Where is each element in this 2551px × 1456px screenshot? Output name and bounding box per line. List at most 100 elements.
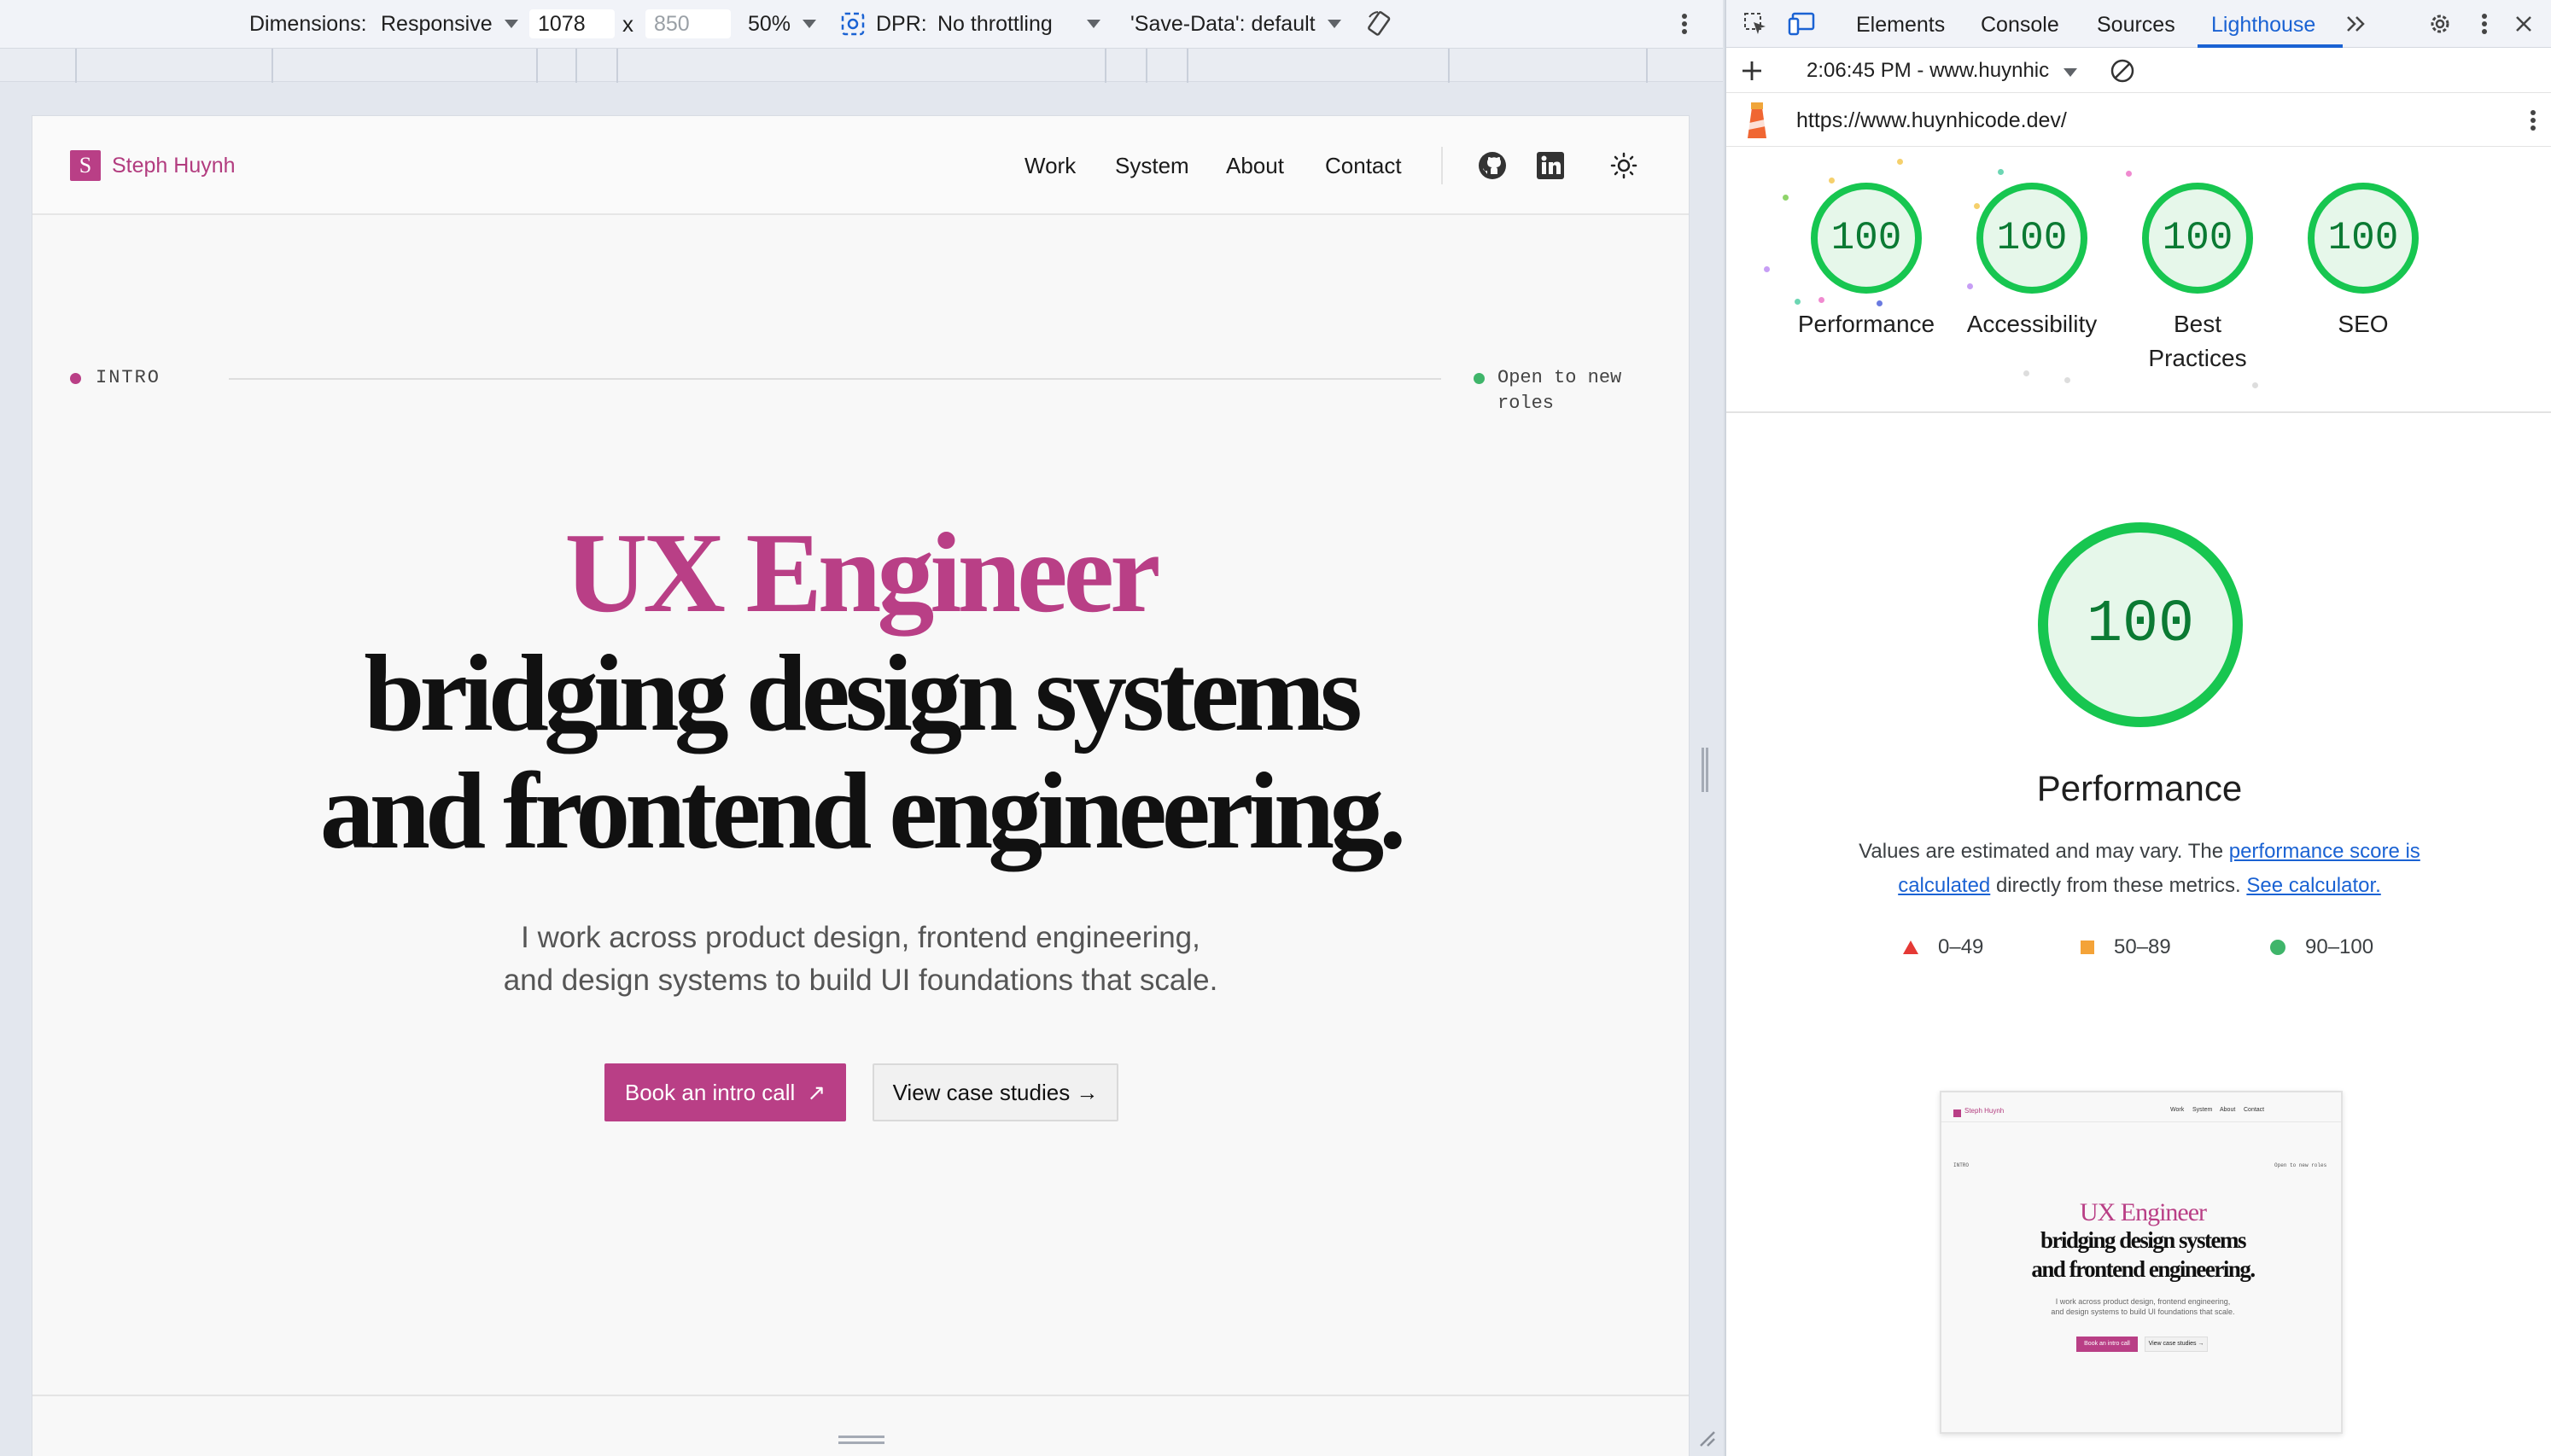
confetti-dot [2252,382,2258,388]
theme-toggle-sun-icon[interactable] [1607,149,1641,183]
rotate-icon[interactable] [1364,0,1395,48]
section-divider [32,1395,1689,1396]
red-triangle-icon [1903,941,1918,954]
intro-row: INTRO Open to new roles [70,365,1655,414]
audited-url[interactable]: https://www.huynhicode.dev/ [1796,94,2067,147]
nav-link-system[interactable]: System [1115,150,1189,181]
thumb-nav-work: Work [2170,1107,2185,1113]
legend-fail: 0–49 [1902,932,1983,963]
dpr-label: DPR: [876,11,927,36]
hero-subtitle-line-2: and design systems to build UI foundatio… [503,964,1218,997]
new-report-plus-icon[interactable] [1738,57,1766,84]
nav-link-work[interactable]: Work [1024,150,1076,181]
logo-text[interactable]: Steph Huynh [112,150,236,181]
device-toggle-icon[interactable] [1788,10,1815,38]
settings-gear-icon[interactable] [2426,10,2454,38]
lighthouse-logo-icon [1742,101,1772,146]
clear-reports-icon[interactable] [2109,57,2136,84]
width-input[interactable]: 1078 [529,9,615,38]
arrow-up-right-icon: ↗ [807,1079,826,1105]
gauge-score: 100 [2142,183,2253,294]
thumb-hero-line-2: and frontend engineering. [2031,1256,2256,1282]
orange-square-icon [2081,941,2094,954]
tab-lighthouse[interactable]: Lighthouse [2211,0,2315,48]
hero-accent-title: UX Engineer [564,510,1160,636]
save-data-value: 'Save-Data': default [1130,11,1316,36]
thumb-sub-line-1: I work across product design, frontend e… [2055,1297,2231,1306]
save-data-select[interactable]: 'Save-Data': default [1130,0,1341,48]
desc-text: Values are estimated and may vary. The [1859,840,2229,863]
intro-label: INTRO [96,367,161,388]
thumb-sub-line-2: and design systems to build UI foundatio… [2051,1307,2235,1316]
dimensions-select[interactable]: Responsive [381,0,518,48]
hero-title-line-2: and frontend engineering. [319,750,1406,871]
thumb-logo-mark [1953,1109,1961,1117]
inspect-element-icon[interactable] [1742,10,1769,38]
page-viewport: S Steph Huynh Work System About Contact … [32,116,1689,1456]
more-tabs-chevron-icon[interactable] [2343,10,2370,38]
legend-pass: 90–100 [2269,932,2373,963]
device-toolbar: Dimensions: Responsive 1078 x 850 50% DP… [0,0,1723,48]
dpr-icon [840,0,866,48]
corner-resize-handle[interactable] [1696,1427,1716,1447]
confetti-dot [1897,159,1903,165]
thumb-status: Open to new roles [2274,1162,2327,1168]
tab-elements[interactable]: Elements [1856,0,1945,48]
github-icon[interactable] [1475,149,1509,183]
throttling-select[interactable]: No throttling [937,0,1100,48]
confetti-dot [2064,377,2070,383]
device-emulation-area: Dimensions: Responsive 1078 x 850 50% DP… [0,0,1723,1456]
report-select-value: 2:06:45 PM - www.huynhic [1807,59,2050,82]
gauge-best-practices[interactable]: 100 Best Practices [2114,183,2281,376]
intro-divider [229,378,1441,380]
gauge-seo[interactable]: 100 SEO [2280,183,2447,341]
legend-pass-label: 90–100 [2305,935,2374,958]
page-screenshot-thumbnail[interactable]: Steph Huynh Work System About Contact IN… [1940,1091,2343,1434]
book-intro-call-label: Book an intro call [624,1079,796,1105]
view-case-studies-button[interactable]: View case studies → [873,1063,1118,1121]
active-tab-indicator [2198,44,2343,48]
dimensions-label: Dimensions: [249,11,367,36]
hero-subtitle-line-1: I work across product design, frontend e… [521,921,1200,954]
times-sign: x [622,10,633,37]
media-query-ruler[interactable] [0,48,1723,83]
zoom-value: 50% [748,11,791,36]
see-calculator-link[interactable]: See calculator. [2246,874,2380,897]
height-input[interactable]: 850 [645,9,731,38]
ruler-tick [536,49,538,83]
devtools-tabbar: Elements Console Sources Lighthouse [1726,0,2551,48]
thumb-hero-accent: UX Engineer [2079,1198,2207,1226]
nav-link-about[interactable]: About [1226,150,1284,181]
book-intro-call-button[interactable]: Book an intro call ↗ [604,1063,846,1121]
more-options-icon[interactable] [1680,0,1689,48]
thumb-header-divider [1941,1121,2341,1122]
gauge-label: Best Practices [2148,311,2247,371]
logo-mark[interactable]: S [70,150,101,181]
viewport-height-resize-handle[interactable] [838,1436,884,1444]
devtools-panel: Elements Console Sources Lighthouse 2:06… [1725,0,2551,1456]
viewport-width-resize-handle[interactable] [1702,748,1708,792]
close-icon[interactable] [2510,10,2537,38]
linkedin-icon[interactable] [1533,149,1567,183]
report-select[interactable]: 2:06:45 PM - www.huynhic [1807,49,2077,93]
legend-average: 50–89 [2080,932,2171,963]
gauge-score: 100 [1811,183,1922,294]
ruler-tick [1448,49,1450,83]
tab-console[interactable]: Console [1981,0,2059,48]
devtools-menu-icon[interactable] [2471,10,2498,38]
dimensions-value: Responsive [381,11,493,36]
zoom-select[interactable]: 50% [748,0,817,48]
confetti-dot [1764,266,1770,272]
ruler-tick [75,49,77,83]
nav-link-contact[interactable]: Contact [1325,150,1402,181]
gauge-accessibility[interactable]: 100 Accessibility [1948,183,2116,341]
confetti-dot [2023,370,2029,376]
gauge-performance[interactable]: 100 Performance [1783,183,1950,341]
report-menu-icon[interactable] [2529,108,2537,139]
hero-title-line-1: bridging design systems [364,632,1363,754]
confetti-dot [1998,169,2004,175]
ruler-tick [616,49,618,83]
nav-divider [1441,147,1443,184]
thumb-primary-button: Book an intro call [2076,1337,2138,1352]
tab-sources[interactable]: Sources [2097,0,2175,48]
